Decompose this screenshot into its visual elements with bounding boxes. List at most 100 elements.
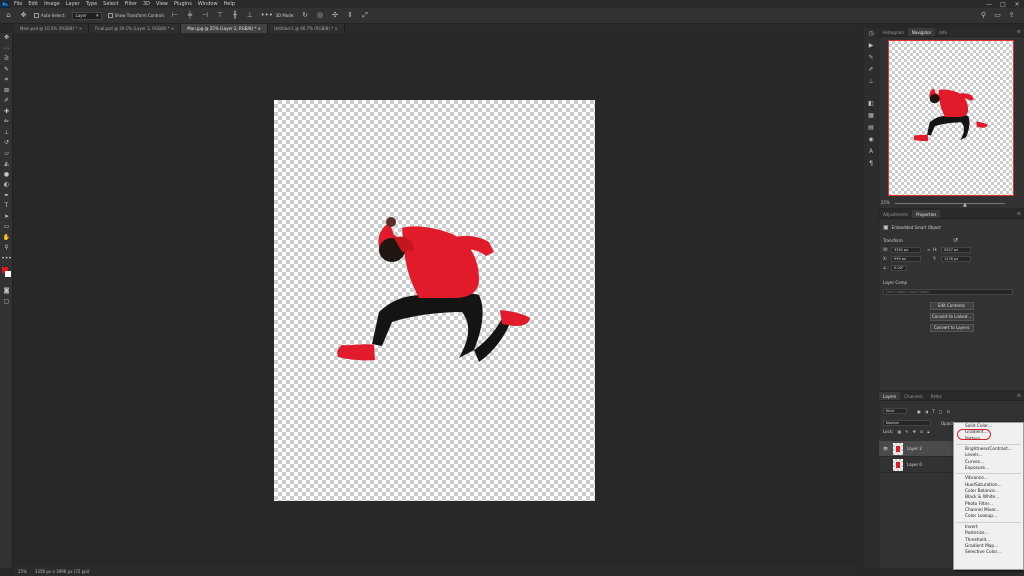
brush-settings-icon[interactable]: ✎ [864,52,878,64]
tab-final-psd[interactable]: Final.psd @ 29.1% (Layer 2, RGB/8) * × [89,24,182,33]
blend-mode-dropdown[interactable]: Normal [883,420,931,426]
navigator-preview[interactable] [888,40,1014,196]
blur-tool-icon[interactable]: ● [0,170,13,181]
eraser-tool-icon[interactable]: ▱ [0,149,13,160]
pen-tool-icon[interactable]: ✒ [0,191,13,202]
paragraph-icon[interactable]: ¶ [864,158,878,170]
align-bottom-icon[interactable]: ⊥ [245,11,254,20]
lock-transparent-icon[interactable]: ▦ [897,429,901,434]
search-icon[interactable]: ⚲ [979,11,988,20]
y-field[interactable]: 1176 px [941,255,971,262]
close-icon[interactable]: × [171,26,174,31]
tab-layers[interactable]: Layers [879,392,901,400]
reset-transform-icon[interactable]: ↺ [953,237,958,244]
glyphs-icon[interactable]: ◉ [864,134,878,146]
height-field[interactable]: 5027 px [941,246,971,253]
workspace-icon[interactable]: ▭ [993,11,1002,20]
healing-brush-tool-icon[interactable]: ✚ [0,107,13,118]
menu-window[interactable]: Window [195,1,221,7]
document-canvas[interactable] [274,100,595,501]
type-tool-icon[interactable]: T [0,201,13,212]
menu-item-selective-color[interactable]: Selective Color... [954,550,1023,556]
close-icon[interactable]: × [258,26,261,31]
convert-to-layers-button[interactable]: Convert to Layers [929,324,974,332]
menu-item-exposure[interactable]: Exposure... [954,466,1023,472]
tab-untitled-1[interactable]: Untitled-1 @ 66.7% (RGB/8) * × [267,24,345,33]
lock-image-icon[interactable]: ✎ [905,429,908,434]
swatches-icon[interactable]: ▦ [864,110,878,122]
dodge-tool-icon[interactable]: ◐ [0,180,13,191]
3d-scale-icon[interactable]: ⤢ [361,11,370,20]
menu-layer[interactable]: Layer [63,1,83,7]
brushes-icon[interactable]: ✐ [864,64,878,76]
tab-paths[interactable]: Paths [927,392,946,400]
lock-all-icon[interactable]: 🔒︎ [927,429,929,434]
more-options-icon[interactable]: ••• [260,11,272,20]
convert-to-linked-button[interactable]: Convert to Linked... [929,313,974,321]
clone-source-icon[interactable]: ⊥ [864,76,878,88]
screen-mode-icon[interactable]: ▢ [0,297,13,308]
eyedropper-tool-icon[interactable]: ✐ [0,96,13,107]
minimize-button[interactable]: — [982,1,996,8]
tab-navigator[interactable]: Navigator [907,28,936,36]
filter-type-icon[interactable]: T [932,409,934,414]
align-right-icon[interactable]: ⊣ [200,11,209,20]
move-tool-icon[interactable]: ✥ [0,33,13,44]
panel-menu-icon[interactable]: ≡ [1017,210,1024,218]
lock-artboard-icon[interactable]: ⊡ [920,429,923,434]
tab-main-psd[interactable]: Main.psd @ 10.5% (RGB/8) * × [14,24,90,33]
3d-roll-icon[interactable]: ◎ [316,11,325,20]
menu-type[interactable]: Type [83,1,100,7]
menu-filter[interactable]: Filter [122,1,140,7]
transform-controls-checkbox[interactable]: Show Transform Controls [107,12,164,19]
align-center-icon[interactable]: ╪ [185,11,194,20]
background-color-swatch[interactable] [5,271,11,277]
close-icon[interactable]: × [335,26,338,31]
panel-menu-icon[interactable]: ≡ [1017,392,1024,400]
menu-edit[interactable]: Edit [25,1,41,7]
history-icon[interactable]: ◷ [864,28,878,40]
path-selection-tool-icon[interactable]: ➤ [0,212,13,223]
menu-plugins[interactable]: Plugins [171,1,195,7]
checkbox-box[interactable] [34,12,39,18]
x-field[interactable]: 999 px [891,255,921,262]
panel-menu-icon[interactable]: ≡ [1017,28,1024,36]
brush-tool-icon[interactable]: ✏ [0,117,13,128]
menu-3d[interactable]: 3D [140,1,153,7]
tab-man-jpg[interactable]: Man.jpg @ 25% (Layer 2, RGB/8) * × [181,24,268,33]
zoom-level[interactable]: 25% [18,569,27,574]
menu-select[interactable]: Select [100,1,121,7]
tab-adjustments[interactable]: Adjustments [879,210,912,218]
edit-toolbar-icon[interactable]: ••• [0,254,13,265]
quick-select-tool-icon[interactable]: ✎ [0,65,13,76]
zoom-tool-icon[interactable]: ⚲ [0,243,13,254]
zoom-slider-knob[interactable]: ▲ [963,202,967,208]
align-left-icon[interactable]: ⊢ [170,11,179,20]
filter-kind-dropdown[interactable]: Kind [883,408,907,414]
close-window-button[interactable]: ✕ [1010,1,1024,8]
eye-icon[interactable]: 👁︎ [883,446,889,451]
checkbox-box[interactable] [107,12,113,18]
hand-tool-icon[interactable]: ✋ [0,233,13,244]
tab-histogram[interactable]: Histogram [879,28,908,36]
crop-tool-icon[interactable]: ⌗ [0,75,13,86]
move-tool-icon[interactable]: ✥ [19,11,28,20]
quick-mask-icon[interactable]: ◙ [0,286,13,297]
width-field[interactable]: 3352 px [891,246,921,253]
edit-contents-button[interactable]: Edit Contents [929,302,974,310]
auto-select-checkbox[interactable]: Auto-Select: [34,12,66,19]
menu-file[interactable]: File [11,1,25,7]
tab-info[interactable]: Info [935,28,951,36]
filter-smart-object-icon[interactable]: ⊡ [947,409,950,414]
color-icon[interactable]: ◧ [864,98,878,110]
paint-bucket-tool-icon[interactable]: ◭ [0,159,13,170]
actions-icon[interactable]: ▶ [864,40,878,52]
align-top-icon[interactable]: ⊤ [215,11,224,20]
lock-position-icon[interactable]: ✥ [913,429,916,434]
3d-drag-icon[interactable]: ✣ [331,11,340,20]
maximize-button[interactable]: □ [996,1,1010,8]
home-icon[interactable]: ⌂ [4,11,13,20]
layer-name[interactable]: Layer 0 [907,462,922,467]
layer-name[interactable]: Layer 2 [907,446,922,451]
layer-comp-dropdown[interactable]: Don't Apply Layer Comp [883,288,1013,295]
